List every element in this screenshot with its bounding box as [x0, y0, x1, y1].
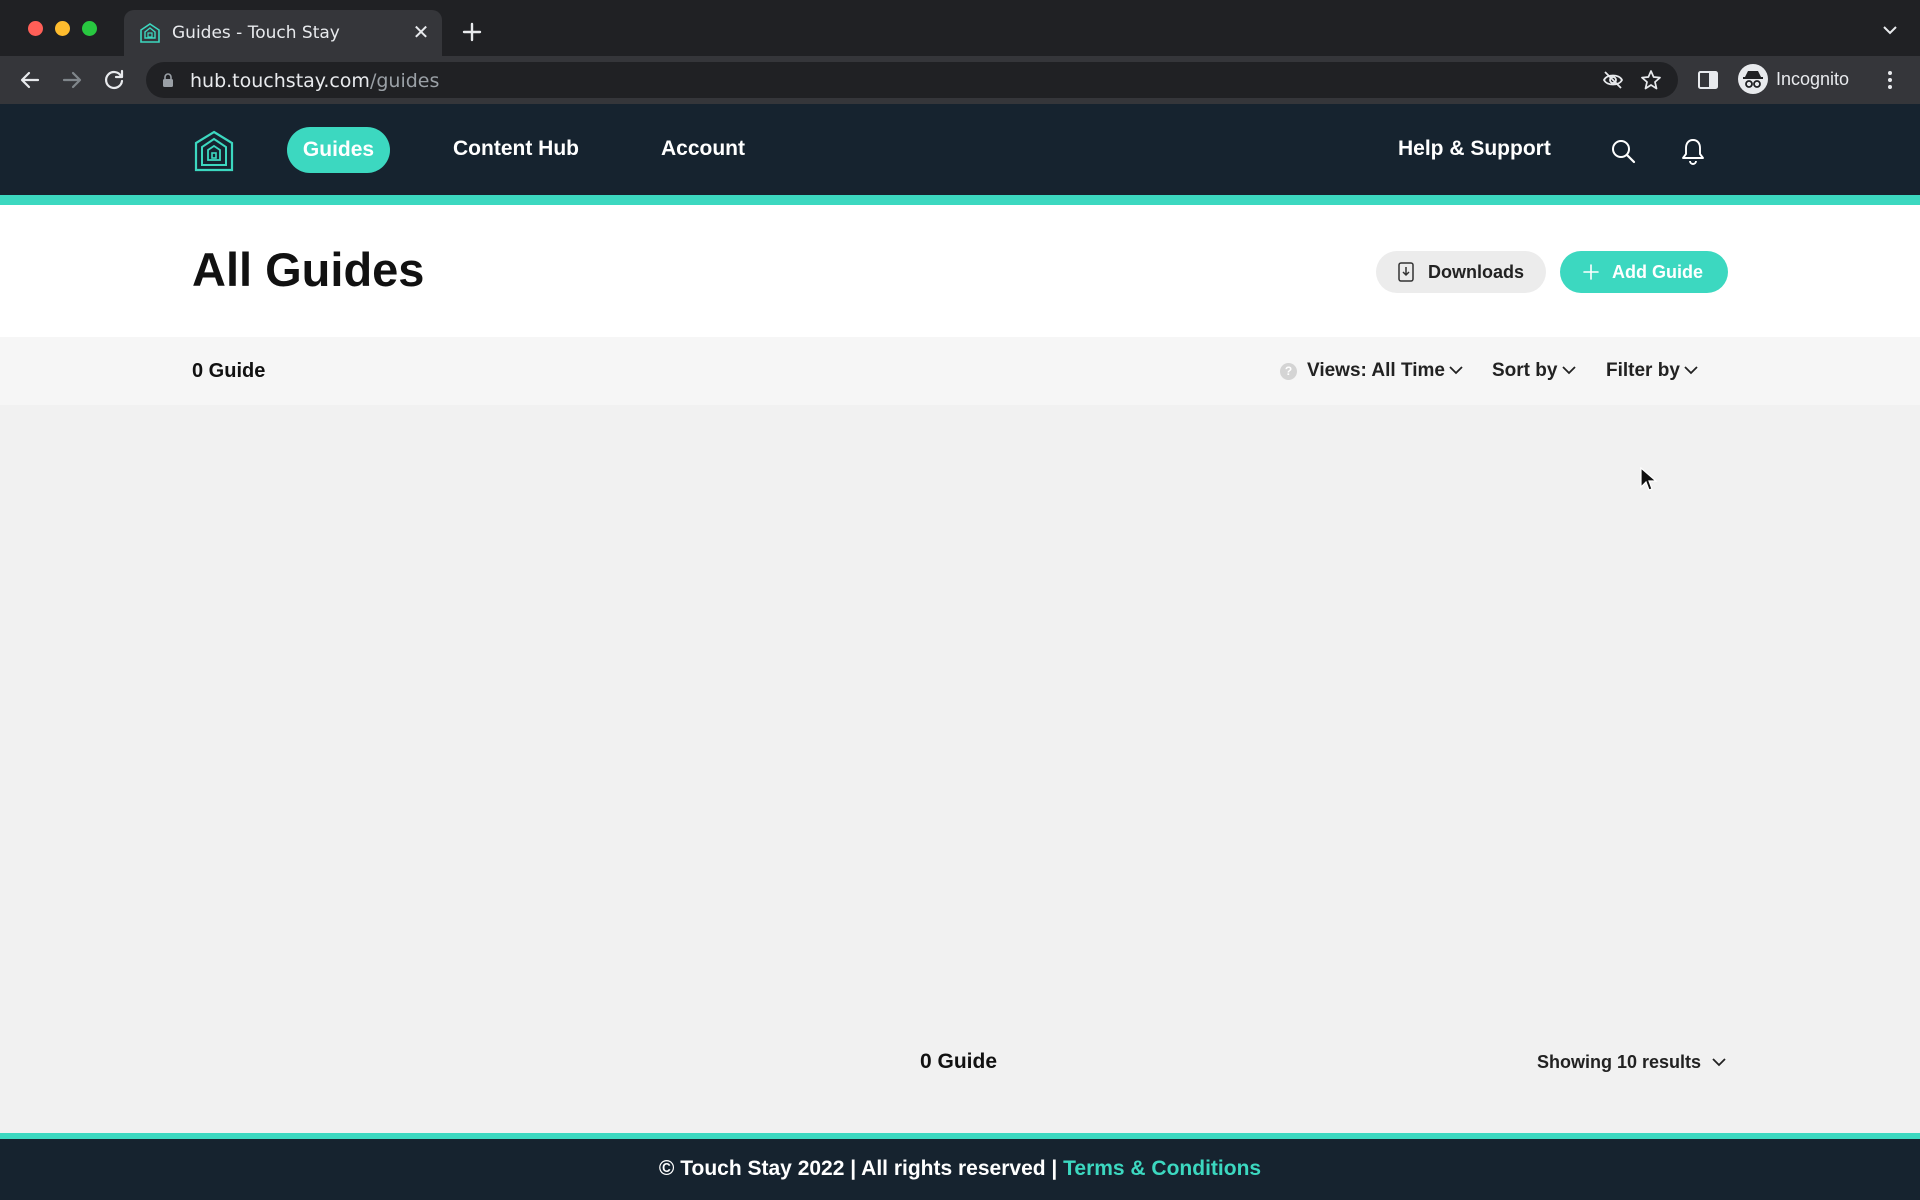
back-arrow-icon[interactable] [16, 66, 44, 94]
incognito-label[interactable]: Incognito [1776, 69, 1849, 90]
new-tab-plus-icon[interactable] [458, 18, 486, 46]
browser-tab-active[interactable]: Guides - Touch Stay ✕ [124, 10, 442, 56]
plus-icon [1583, 264, 1599, 280]
add-guide-label: Add Guide [1612, 262, 1703, 282]
minimize-window-button[interactable] [55, 21, 70, 36]
downloads-button[interactable]: Downloads [1376, 251, 1546, 293]
results-count: 0 Guide [920, 1050, 998, 1073]
search-icon[interactable] [1610, 138, 1636, 164]
guides-list-area: 0 Guide Showing 10 results [0, 405, 1920, 1133]
side-panel-icon[interactable] [1696, 68, 1720, 92]
maximize-window-button[interactable] [82, 21, 97, 36]
guide-count: 0 Guide [192, 360, 266, 382]
tab-search-chevron-icon[interactable] [1880, 22, 1900, 38]
filter-by-dropdown[interactable]: Filter by [1606, 360, 1680, 382]
footer-text: © Touch Stay 2022 | All rights reserved … [0, 1157, 1920, 1181]
page-footer: © Touch Stay 2022 | All rights reserved … [0, 1139, 1920, 1200]
chevron-down-icon[interactable] [1562, 366, 1576, 375]
nav-guides-tab[interactable]: Guides [287, 127, 390, 173]
reload-icon[interactable] [100, 66, 128, 94]
address-bar[interactable]: hub.touchstay.com/guides [146, 62, 1678, 98]
download-file-icon [1398, 262, 1414, 282]
navbar-accent-stripe [0, 195, 1920, 205]
url-text: hub.touchstay.com/guides [190, 70, 440, 92]
mouse-cursor-icon [1640, 467, 1658, 491]
copyright-text: © Touch Stay 2022 | All rights reserved … [658, 1157, 1064, 1180]
bookmark-star-icon[interactable] [1640, 69, 1662, 91]
help-question-icon[interactable]: ? [1280, 363, 1297, 380]
browser-toolbar: hub.touchstay.com/guides Incognito [0, 56, 1920, 104]
tab-close-icon[interactable]: ✕ [410, 22, 432, 44]
touchstay-favicon-icon [140, 23, 160, 43]
chevron-down-icon[interactable] [1712, 1058, 1726, 1067]
notification-bell-icon[interactable] [1680, 137, 1706, 165]
help-support-link[interactable]: Help & Support [1398, 137, 1551, 161]
chevron-down-icon[interactable] [1449, 366, 1463, 375]
views-dropdown[interactable]: Views: All Time [1307, 360, 1445, 382]
eye-off-icon[interactable] [1602, 69, 1624, 91]
lock-icon [163, 73, 173, 87]
downloads-label: Downloads [1428, 262, 1525, 282]
browser-tab-bar: Guides - Touch Stay ✕ [0, 0, 1920, 56]
page-title: All Guides [192, 243, 425, 296]
nav-account-tab[interactable]: Account [661, 137, 745, 161]
nav-content-hub-tab[interactable]: Content Hub [453, 137, 579, 161]
chevron-down-icon[interactable] [1684, 366, 1698, 375]
browser-menu-icon[interactable] [1880, 68, 1900, 92]
filter-bar: 0 Guide ? Views: All Time Sort by Filter… [0, 337, 1920, 405]
close-window-button[interactable] [28, 21, 43, 36]
app-navbar: Guides Content Hub Account Help & Suppor… [0, 104, 1920, 195]
forward-arrow-icon[interactable] [58, 66, 86, 94]
add-guide-button[interactable]: Add Guide [1560, 251, 1728, 293]
incognito-avatar-icon[interactable] [1738, 64, 1768, 94]
sort-by-dropdown[interactable]: Sort by [1492, 360, 1557, 382]
tab-title: Guides - Touch Stay [172, 23, 340, 43]
touchstay-logo-icon[interactable] [194, 130, 234, 172]
terms-conditions-link[interactable]: Terms & Conditions [1063, 1157, 1261, 1180]
page-header: All Guides Downloads Add Guide [0, 205, 1920, 337]
results-per-page-dropdown[interactable]: Showing 10 results [1537, 1052, 1701, 1073]
